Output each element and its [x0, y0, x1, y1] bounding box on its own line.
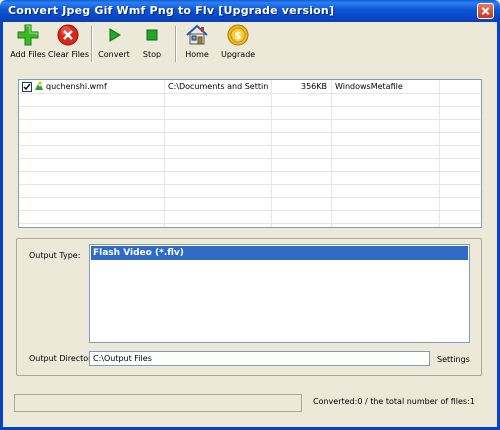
empty-row [19, 197, 481, 211]
status-text: Converted:0 / the total number of files:… [313, 397, 475, 406]
toolbar-separator [91, 26, 93, 62]
close-icon [57, 24, 79, 46]
output-directory-label: Output Directory: [29, 354, 99, 363]
title-bar[interactable]: Convert Jpeg Gif Wmf Png to Flv [Upgrade… [0, 0, 500, 22]
toolbar: Add Files Clear Files Convert Stop Home … [3, 22, 497, 66]
upgrade-label: Upgrade [221, 50, 256, 59]
output-type-option[interactable]: Flash Video (*.flv) [91, 246, 468, 260]
stop-icon [141, 24, 163, 46]
image-file-icon [34, 81, 43, 93]
file-checkbox[interactable] [22, 82, 32, 92]
window-frame-left [0, 22, 3, 430]
upgrade-button[interactable]: $ Upgrade [221, 24, 255, 59]
clear-files-button[interactable]: Clear Files [48, 24, 90, 59]
empty-row [19, 171, 481, 185]
add-files-label: Add Files [10, 50, 46, 59]
empty-row [19, 145, 481, 159]
output-directory-field[interactable]: C:\Output Files [89, 351, 430, 366]
svg-text:$: $ [234, 29, 242, 42]
empty-row [19, 158, 481, 172]
file-list[interactable]: quchenshi.wmf C:\Documents and Setting..… [18, 79, 482, 228]
convert-button[interactable]: Convert [98, 24, 130, 59]
file-name: quchenshi.wmf [46, 82, 107, 91]
progress-bar [14, 394, 302, 412]
output-type-label: Output Type: [29, 251, 81, 260]
list-item[interactable]: quchenshi.wmf C:\Documents and Setting..… [19, 80, 481, 94]
window-title: Convert Jpeg Gif Wmf Png to Flv [Upgrade… [8, 4, 335, 17]
add-files-button[interactable]: Add Files [10, 24, 46, 59]
home-button[interactable]: Home [184, 24, 210, 59]
file-size: 356KB [300, 82, 327, 91]
file-path: C:\Documents and Setting... [168, 82, 268, 91]
empty-row [19, 210, 481, 224]
home-icon [186, 24, 208, 46]
close-button[interactable] [477, 3, 494, 19]
toolbar-separator [175, 26, 177, 62]
clear-files-label: Clear Files [48, 50, 90, 59]
home-label: Home [185, 50, 209, 59]
play-icon [103, 24, 125, 46]
dollar-coin-icon: $ [227, 24, 249, 46]
file-type: WindowsMetafile [335, 82, 403, 91]
convert-label: Convert [98, 50, 130, 59]
empty-row [19, 184, 481, 198]
plus-icon [17, 24, 39, 46]
empty-row [19, 106, 481, 120]
stop-label: Stop [142, 50, 162, 59]
stop-button[interactable]: Stop [139, 24, 165, 59]
empty-row [19, 93, 481, 107]
settings-button[interactable]: Settings [437, 355, 470, 364]
output-type-list[interactable]: Flash Video (*.flv) [89, 244, 470, 343]
empty-row [19, 119, 481, 133]
empty-row [19, 132, 481, 146]
